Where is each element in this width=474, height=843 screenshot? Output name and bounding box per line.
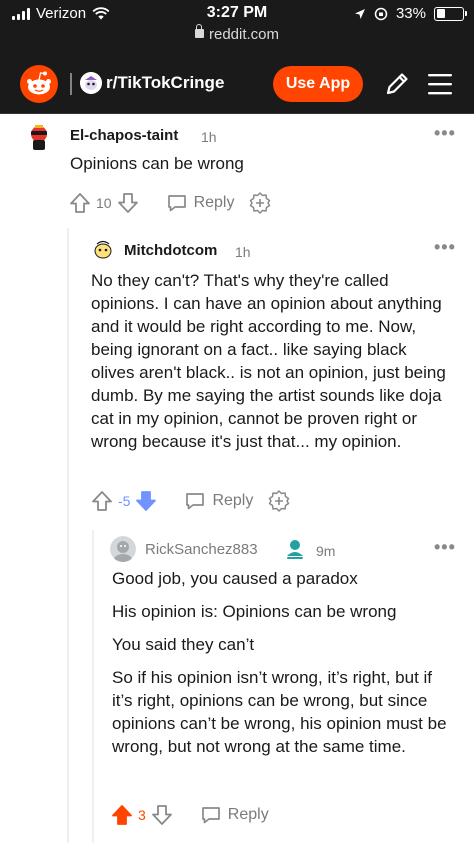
more-options-icon[interactable]: ••• <box>434 237 456 258</box>
reddit-logo[interactable] <box>20 65 58 103</box>
more-options-icon[interactable]: ••• <box>434 537 456 558</box>
comment-text: Good job, you caused a paradox <box>112 569 358 588</box>
downvote-icon[interactable] <box>116 191 140 215</box>
reddit-header: r/TikTokCringe Use App <box>0 54 474 114</box>
battery-icon <box>434 6 467 21</box>
comment-body: Opinions can be wrong <box>70 152 450 185</box>
comment-text: So if his opinion isn’t wrong, it’s righ… <box>112 668 447 756</box>
reply-label: Reply <box>212 492 254 509</box>
comment-body: No they can't? That's why they're called… <box>91 269 453 463</box>
more-options-icon[interactable]: ••• <box>434 123 456 144</box>
comment-actions: 10 Reply <box>68 189 272 217</box>
reply-button[interactable]: Reply <box>184 491 253 511</box>
battery-percent: 33% <box>395 5 426 22</box>
pencil-icon[interactable] <box>382 69 412 99</box>
award-icon[interactable] <box>267 489 291 513</box>
header-divider <box>70 73 72 95</box>
avatar[interactable] <box>22 120 56 154</box>
upvote-icon[interactable] <box>90 489 114 513</box>
user-flair-icon <box>287 540 303 559</box>
use-app-button[interactable]: Use App <box>273 66 363 102</box>
comment-text: His opinion is: Opinions can be wrong <box>112 602 397 621</box>
subreddit-icon[interactable] <box>80 72 102 94</box>
comment-body: Good job, you caused a paradox His opini… <box>112 567 452 768</box>
url-text: reddit.com <box>208 26 280 43</box>
lock-icon <box>194 24 204 38</box>
vote-score: 10 <box>96 195 112 211</box>
comment-actions: -5 Reply <box>90 487 291 515</box>
upvote-icon[interactable] <box>68 191 92 215</box>
thread-line[interactable] <box>92 530 94 843</box>
downvote-icon[interactable] <box>150 803 174 827</box>
reply-icon <box>167 195 186 212</box>
reply-icon <box>186 493 205 510</box>
rotation-lock-icon <box>374 7 388 20</box>
status-bar: Verizon 3:27 PM 33% reddit.com <box>0 0 474 54</box>
avatar[interactable] <box>110 536 136 562</box>
comment-time: 1h <box>235 244 251 260</box>
snoo-icon <box>27 71 51 95</box>
downvote-icon-active[interactable] <box>134 489 158 513</box>
comment-text: Opinions can be wrong <box>70 154 244 173</box>
reply-button[interactable]: Reply <box>166 193 235 213</box>
vote-score: -5 <box>118 493 131 509</box>
comment-actions: 3 Reply <box>110 801 269 829</box>
comment-time: 9m <box>316 543 336 559</box>
comment-text: You said they can’t <box>112 635 255 654</box>
comment-author[interactable]: El-chapos-taint <box>70 127 178 144</box>
reply-label: Reply <box>193 194 235 211</box>
reply-icon <box>201 807 220 824</box>
subreddit-name[interactable]: r/TikTokCringe <box>106 73 224 93</box>
comment-time: 1h <box>201 129 217 145</box>
reply-button[interactable]: Reply <box>200 805 269 825</box>
hamburger-menu-icon[interactable] <box>425 71 455 97</box>
comment-author[interactable]: Mitchdotcom <box>124 242 217 259</box>
comment-text: No they can't? That's why they're called… <box>91 271 446 451</box>
location-icon <box>354 8 365 19</box>
url-bar[interactable]: reddit.com <box>0 24 474 43</box>
status-right: 33% <box>354 5 467 22</box>
thread-line[interactable] <box>67 228 69 843</box>
reply-label: Reply <box>227 806 269 823</box>
award-icon[interactable] <box>248 191 272 215</box>
vote-score: 3 <box>138 807 146 823</box>
avatar[interactable] <box>90 236 116 262</box>
comment-author[interactable]: RickSanchez883 <box>145 541 258 558</box>
upvote-icon-active[interactable] <box>110 803 134 827</box>
